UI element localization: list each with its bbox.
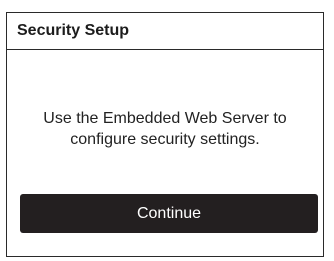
- instruction-message: Use the Embedded Web Server to configure…: [43, 110, 287, 148]
- continue-button[interactable]: Continue: [20, 194, 318, 233]
- page-title: Security Setup: [17, 22, 130, 39]
- panel-header: Security Setup: [7, 13, 323, 50]
- continue-button-label: Continue: [136, 204, 202, 222]
